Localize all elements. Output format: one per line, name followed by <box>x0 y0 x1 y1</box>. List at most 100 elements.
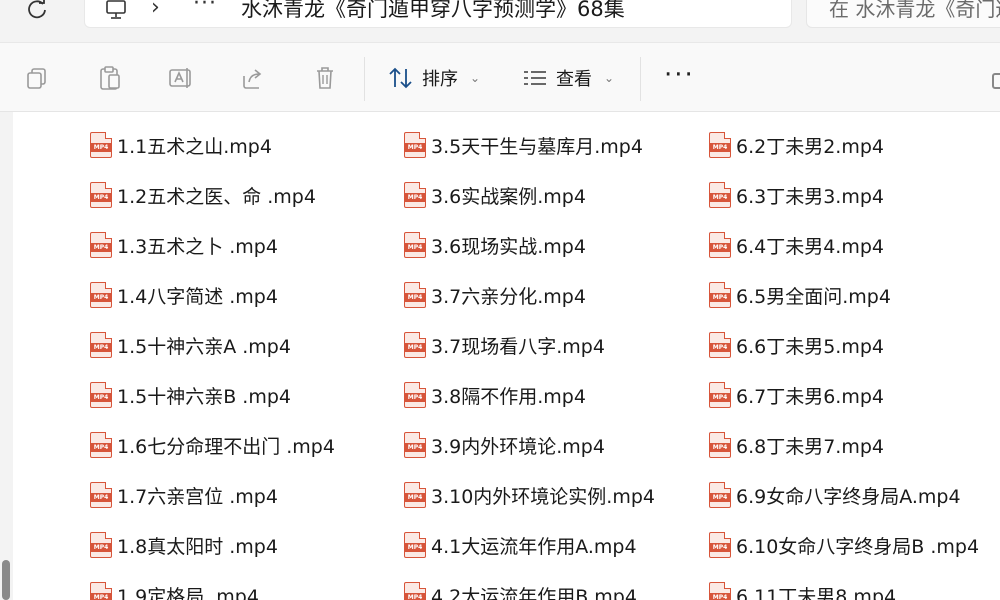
file-item[interactable]: MP4 6.4丁未男4.mp4 <box>709 220 884 270</box>
file-item[interactable]: MP4 1.4八字简述 .mp4 <box>90 270 278 320</box>
breadcrumb-overflow-icon[interactable]: ··· <box>193 0 217 16</box>
file-list: MP4 1.1五术之山.mp4 MP4 1.2五术之医、命 .mp4 MP4 1.3五术之… <box>0 112 1000 600</box>
chevron-down-icon: ⌄ <box>604 71 615 85</box>
file-type-label: MP4 <box>91 593 111 600</box>
file-item[interactable]: MP4 1.5十神六亲A .mp4 <box>90 320 291 370</box>
file-type-label: MP4 <box>91 393 111 402</box>
mp4-file-icon: MP4 <box>90 182 112 208</box>
file-name: 6.9女命八字终身局A.mp4 <box>736 485 961 508</box>
file-name: 6.10女命八字终身局B .mp4 <box>736 535 980 558</box>
file-name: 1.1五术之山.mp4 <box>117 135 272 158</box>
paste-icon[interactable] <box>95 63 125 93</box>
file-name: 6.3丁未男3.mp4 <box>736 185 885 208</box>
file-item[interactable]: MP4 1.5十神六亲B .mp4 <box>90 370 291 420</box>
search-input[interactable]: 在 水沐青龙《奇门遁 <box>829 0 1000 22</box>
view-list-icon <box>524 71 546 85</box>
file-name: 3.9内外环境论.mp4 <box>431 435 605 458</box>
mp4-file-icon: MP4 <box>709 582 731 600</box>
file-type-label: MP4 <box>710 443 730 452</box>
file-name: 3.10内外环境论实例.mp4 <box>431 485 656 508</box>
file-type-label: MP4 <box>710 543 730 552</box>
file-name: 6.4丁未男4.mp4 <box>736 235 885 258</box>
file-item[interactable]: MP4 6.3丁未男3.mp4 <box>709 170 884 220</box>
this-pc-icon[interactable] <box>103 0 129 23</box>
file-name: 1.5十神六亲B .mp4 <box>117 385 291 408</box>
breadcrumb-chevron-icon[interactable]: › <box>151 0 160 20</box>
file-item[interactable]: MP4 1.3五术之卜 .mp4 <box>90 220 278 270</box>
scrollbar-thumb[interactable] <box>2 560 10 600</box>
file-item[interactable]: MP4 4.1大运流年作用A.mp4 <box>404 520 637 570</box>
mp4-file-icon: MP4 <box>404 182 426 208</box>
toolbar-divider <box>364 57 365 101</box>
delete-icon[interactable] <box>310 63 340 93</box>
file-item[interactable]: MP4 6.5男全面问.mp4 <box>709 270 891 320</box>
details-pane-icon[interactable] <box>992 73 1000 89</box>
share-icon[interactable] <box>238 63 268 93</box>
file-item[interactable]: MP4 1.6七分命理不出门 .mp4 <box>90 420 335 470</box>
file-item[interactable]: MP4 6.11丁未男8.mp4 <box>709 570 896 600</box>
sort-label: 排序 <box>422 69 458 90</box>
refresh-icon[interactable] <box>22 0 52 24</box>
file-item[interactable]: MP4 1.1五术之山.mp4 <box>90 120 272 170</box>
file-name: 6.5男全面问.mp4 <box>736 285 891 308</box>
mp4-file-icon: MP4 <box>404 132 426 158</box>
file-item[interactable]: MP4 4.2大运流年作用B.mp4 <box>404 570 637 600</box>
file-type-label: MP4 <box>405 543 425 552</box>
mp4-file-icon: MP4 <box>90 432 112 458</box>
file-item[interactable]: MP4 6.9女命八字终身局A.mp4 <box>709 470 961 520</box>
file-type-label: MP4 <box>91 143 111 152</box>
file-type-label: MP4 <box>710 343 730 352</box>
file-type-label: MP4 <box>405 293 425 302</box>
file-type-label: MP4 <box>405 593 425 600</box>
file-item[interactable]: MP4 1.2五术之医、命 .mp4 <box>90 170 316 220</box>
file-item[interactable]: MP4 6.8丁未男7.mp4 <box>709 420 884 470</box>
file-item[interactable]: MP4 3.5天干生与墓库月.mp4 <box>404 120 643 170</box>
file-item[interactable]: MP4 1.8真太阳时 .mp4 <box>90 520 278 570</box>
file-item[interactable]: MP4 3.9内外环境论.mp4 <box>404 420 605 470</box>
rename-icon[interactable] <box>166 63 196 93</box>
file-name: 3.5天干生与墓库月.mp4 <box>431 135 643 158</box>
file-name: 3.8隔不作用.mp4 <box>431 385 586 408</box>
file-type-label: MP4 <box>710 293 730 302</box>
file-type-label: MP4 <box>405 243 425 252</box>
navigation-pane-scrollbar[interactable] <box>0 112 13 600</box>
file-type-label: MP4 <box>710 593 730 600</box>
copy-icon[interactable] <box>22 63 52 93</box>
file-item[interactable]: MP4 3.7现场看八字.mp4 <box>404 320 605 370</box>
view-button[interactable]: 查看 ⌄ <box>522 61 614 95</box>
file-item[interactable]: MP4 6.2丁未男2.mp4 <box>709 120 884 170</box>
file-item[interactable]: MP4 3.6现场实战.mp4 <box>404 220 586 270</box>
breadcrumb-bar[interactable]: › ··· 水沐青龙《奇门遁甲穿八字预测学》68集 <box>84 0 792 28</box>
file-name: 1.7六亲宫位 .mp4 <box>117 485 278 508</box>
breadcrumb-current-folder[interactable]: 水沐青龙《奇门遁甲穿八字预测学》68集 <box>241 0 625 23</box>
file-item[interactable]: MP4 1.9定格局 .mp4 <box>90 570 259 600</box>
file-item[interactable]: MP4 6.10女命八字终身局B .mp4 <box>709 520 979 570</box>
mp4-file-icon: MP4 <box>404 582 426 600</box>
sort-button[interactable]: 排序 ⌄ <box>388 61 480 95</box>
file-item[interactable]: MP4 6.6丁未男5.mp4 <box>709 320 884 370</box>
toolbar-divider <box>640 57 641 101</box>
file-type-label: MP4 <box>91 493 111 502</box>
more-options-icon[interactable]: ··· <box>664 62 695 88</box>
mp4-file-icon: MP4 <box>404 282 426 308</box>
file-item[interactable]: MP4 3.8隔不作用.mp4 <box>404 370 586 420</box>
mp4-file-icon: MP4 <box>709 132 731 158</box>
mp4-file-icon: MP4 <box>90 382 112 408</box>
file-type-label: MP4 <box>405 493 425 502</box>
file-type-label: MP4 <box>710 193 730 202</box>
file-name: 3.7现场看八字.mp4 <box>431 335 605 358</box>
file-item[interactable]: MP4 3.7六亲分化.mp4 <box>404 270 586 320</box>
file-name: 1.4八字简述 .mp4 <box>117 285 278 308</box>
mp4-file-icon: MP4 <box>90 232 112 258</box>
file-name: 1.3五术之卜 .mp4 <box>117 235 278 258</box>
search-box[interactable]: 在 水沐青龙《奇门遁 <box>806 0 1000 28</box>
file-type-label: MP4 <box>91 193 111 202</box>
file-item[interactable]: MP4 1.7六亲宫位 .mp4 <box>90 470 278 520</box>
file-item[interactable]: MP4 3.6实战案例.mp4 <box>404 170 586 220</box>
mp4-file-icon: MP4 <box>404 482 426 508</box>
file-item[interactable]: MP4 6.7丁未男6.mp4 <box>709 370 884 420</box>
mp4-file-icon: MP4 <box>90 582 112 600</box>
command-bar: 排序 ⌄ 查看 ⌄ ··· <box>0 42 1000 112</box>
file-item[interactable]: MP4 3.10内外环境论实例.mp4 <box>404 470 655 520</box>
file-type-label: MP4 <box>91 243 111 252</box>
